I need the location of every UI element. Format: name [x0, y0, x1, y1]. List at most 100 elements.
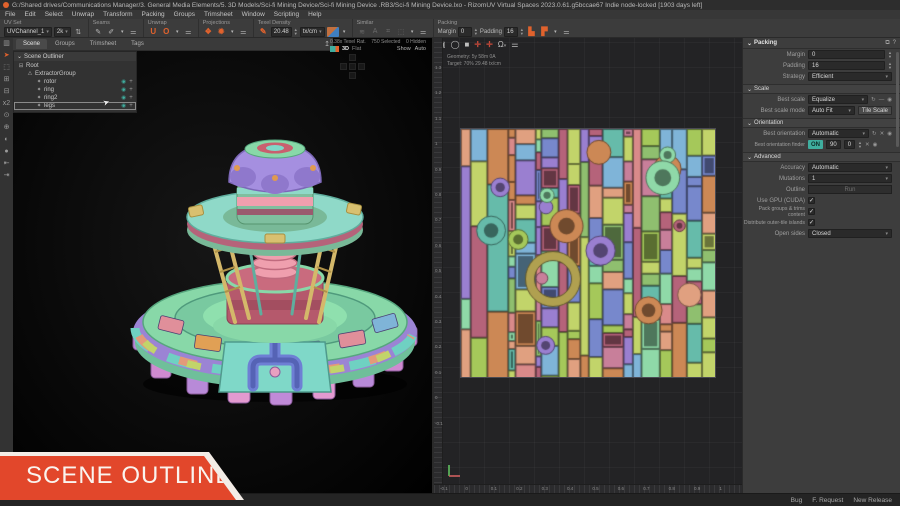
outline-slider[interactable]: Run — [808, 185, 892, 194]
left-tool-icon-7[interactable]: ⊕ — [4, 124, 10, 132]
unwrap-settings-icon[interactable]: ⚌ — [183, 26, 194, 37]
finder-on-toggle[interactable]: ON — [808, 140, 823, 149]
texel-picker-icon[interactable]: ✎ — [258, 26, 269, 37]
auto-button[interactable]: Auto — [415, 46, 426, 52]
menu-item[interactable]: Groups — [174, 11, 195, 18]
projection-box-icon[interactable]: ❖ — [203, 26, 214, 37]
uv-layout-map[interactable] — [460, 128, 716, 378]
collapse-icon[interactable]: ⌄ — [747, 154, 752, 161]
menu-item[interactable]: Help — [308, 11, 321, 18]
menu-item[interactable]: Trimsheet — [204, 11, 233, 18]
left-tool-icon-1[interactable]: ➤ — [4, 52, 10, 60]
outliner-tab-trimsheet[interactable]: Trimsheet — [83, 39, 123, 49]
uv-channel-dropdown[interactable]: UVChannel_1▾ — [4, 27, 52, 37]
left-tool-icon-6[interactable]: ⊙ — [4, 112, 10, 120]
clear-icon[interactable]: ✕ — [865, 142, 870, 148]
seams-dropdown-icon[interactable]: ▾ — [119, 26, 126, 37]
best-scale-dropdown[interactable]: Equalize▾ — [808, 95, 868, 104]
best-orientation-dropdown[interactable]: Automatic▾ — [808, 129, 869, 138]
magnet-snap-icon[interactable]: Ω▾ — [498, 40, 507, 49]
open-sides-dropdown[interactable]: Closed▾ — [808, 229, 892, 238]
uv-settings-icon[interactable]: ⚌ — [511, 40, 518, 49]
mode-flat-tab[interactable]: Flat — [352, 46, 361, 52]
circle-select-icon[interactable]: ◯ — [451, 40, 460, 49]
refresh-icon[interactable]: ↻ — [871, 97, 876, 103]
tree-row-extractorgroup[interactable]: ⚠ExtractorGroup — [14, 70, 136, 78]
accuracy-dropdown[interactable]: Automatic▾ — [808, 163, 892, 172]
repack-button[interactable]: ▛ — [539, 26, 550, 37]
map-size-dropdown[interactable]: 2k▾ — [54, 27, 71, 37]
margin-field[interactable]: 0 — [808, 50, 885, 59]
add-icon[interactable]: + — [128, 95, 134, 101]
menu-item[interactable]: Window — [242, 11, 265, 18]
outliner-tab-scene[interactable]: Scene — [16, 39, 47, 49]
texture-preview-icon[interactable] — [327, 27, 339, 37]
eye-icon[interactable]: ◉ — [121, 79, 126, 85]
similar-dropdown-icon[interactable]: ▾ — [409, 26, 416, 37]
optimize-button[interactable]: O — [161, 26, 172, 37]
eye-icon[interactable]: ◉ — [121, 95, 126, 101]
margin-field[interactable]: 0 — [458, 27, 472, 37]
navigation-widget[interactable] — [340, 54, 366, 80]
viewport-uv[interactable]: ▣ ◯ ■ ✛ ✛ Ω▾ ⚌ Geometry: 5y 58m 0A Targe… — [434, 38, 742, 493]
menu-item[interactable]: File — [5, 11, 15, 18]
eye-icon[interactable]: ◉ — [121, 103, 126, 109]
outliner-tab-tags[interactable]: Tags — [124, 39, 151, 49]
left-tool-icon-8[interactable]: ◐ — [4, 136, 8, 144]
packing-dropdown-icon[interactable]: ▾ — [552, 26, 559, 37]
seams-settings-icon[interactable]: ⚌ — [128, 26, 139, 37]
refresh-icon[interactable]: ↻ — [872, 131, 877, 137]
left-tool-icon-2[interactable]: ⬚ — [3, 64, 10, 72]
projections-settings-icon[interactable]: ⚌ — [238, 26, 249, 37]
collapse-icon[interactable]: ⌄ — [747, 120, 752, 127]
texel-density-field[interactable]: 20.48 — [271, 27, 292, 37]
tree-row-legs[interactable]: ✦legs◉+ — [14, 102, 136, 110]
texel-spinner[interactable]: ▲▼ — [294, 28, 298, 34]
margin-spinner[interactable]: ▲▼ — [888, 51, 892, 57]
similar-stack-icon[interactable]: ≋ — [357, 26, 368, 37]
padding-spinner[interactable]: ▲▼ — [520, 28, 524, 34]
show-button[interactable]: Show — [397, 46, 411, 52]
menu-item[interactable]: Unwrap — [72, 11, 94, 18]
tree-row-ring[interactable]: ✦ring◉+ — [14, 86, 136, 94]
unwrap-dropdown-icon[interactable]: ▾ — [174, 26, 181, 37]
clear-icon[interactable]: ✕ — [880, 131, 885, 137]
menu-item[interactable]: Select — [45, 11, 63, 18]
distribute-checkbox[interactable]: ✓ — [808, 219, 815, 226]
panel-dock-icon[interactable]: ⧉ — [885, 40, 889, 47]
projections-dropdown-icon[interactable]: ▾ — [229, 26, 236, 37]
menu-item[interactable]: Scripting — [274, 11, 299, 18]
tile-scale-button[interactable]: Tile Scale — [858, 106, 892, 115]
similar-align-icon[interactable]: A — [370, 26, 381, 37]
status-link[interactable]: New Release — [853, 497, 892, 504]
strategy-dropdown[interactable]: Efficient▾ — [808, 72, 892, 81]
left-tool-icon-4[interactable]: ⊟ — [4, 88, 10, 96]
packing-settings-icon[interactable]: ⚌ — [561, 26, 572, 37]
collapse-icon[interactable]: ⌄ — [747, 40, 752, 47]
seam-brush-icon[interactable]: ✎ — [93, 26, 104, 37]
padding-field[interactable]: 16 — [504, 27, 518, 37]
move-pivot-icon[interactable]: ✛ — [474, 40, 481, 49]
unwrap-button[interactable]: U — [148, 26, 159, 37]
similar-grid-icon[interactable]: ⌗ — [383, 26, 394, 37]
left-tool-icon-9[interactable]: ● — [4, 148, 8, 156]
mode-3d-tab[interactable]: 3D — [342, 46, 349, 52]
uvset-options-icon[interactable]: ⇅ — [73, 26, 84, 37]
finder-offset-field[interactable]: 0 — [844, 140, 855, 149]
add-icon[interactable]: + — [128, 103, 134, 109]
menu-item[interactable]: Edit — [24, 11, 35, 18]
collapse-icon[interactable]: ⌄ — [747, 86, 752, 93]
seam-erase-icon[interactable]: ✐ — [106, 26, 117, 37]
panel-help-icon[interactable]: ? — [893, 40, 896, 47]
outliner-tab-groups[interactable]: Groups — [48, 39, 82, 49]
menu-item[interactable]: Transform — [103, 11, 132, 18]
mutations-dropdown[interactable]: 1▾ — [808, 174, 892, 183]
display-mode-icon[interactable] — [330, 46, 339, 52]
viewport-3d[interactable]: SceneGroupsTrimsheetTags↥ ⌄ Scene Outlin… — [13, 38, 432, 493]
left-tool-icon-10[interactable]: ⇤ — [4, 160, 10, 168]
panel-scrollbar[interactable] — [896, 52, 899, 147]
tree-row-rotor[interactable]: ✦rotor◉+ — [14, 78, 136, 86]
menu-item[interactable]: Packing — [142, 11, 165, 18]
gpu-checkbox[interactable]: ✓ — [808, 197, 815, 204]
padding-field[interactable]: 16 — [808, 61, 885, 70]
